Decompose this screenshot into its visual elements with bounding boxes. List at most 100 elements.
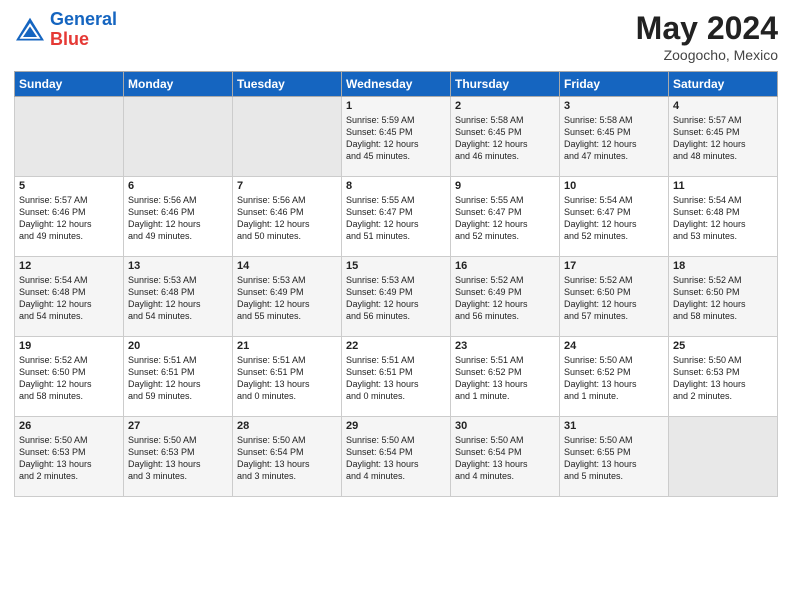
day-info: Sunrise: 5:54 AM Sunset: 6:48 PM Dayligh… xyxy=(673,194,773,243)
day-number: 6 xyxy=(128,180,228,192)
day-info: Sunrise: 5:55 AM Sunset: 6:47 PM Dayligh… xyxy=(346,194,446,243)
calendar-cell: 8 Sunrise: 5:55 AM Sunset: 6:47 PM Daylig… xyxy=(342,177,451,257)
day-number: 3 xyxy=(564,100,664,112)
calendar-cell: 5 Sunrise: 5:57 AM Sunset: 6:46 PM Daylig… xyxy=(15,177,124,257)
day-info: Sunrise: 5:50 AM Sunset: 6:54 PM Dayligh… xyxy=(237,434,337,483)
week-row-0: 1 Sunrise: 5:59 AM Sunset: 6:45 PM Daylig… xyxy=(15,97,778,177)
day-info: Sunrise: 5:57 AM Sunset: 6:46 PM Dayligh… xyxy=(19,194,119,243)
day-info: Sunrise: 5:52 AM Sunset: 6:50 PM Dayligh… xyxy=(564,274,664,323)
day-number: 21 xyxy=(237,340,337,352)
day-number: 5 xyxy=(19,180,119,192)
weekday-header-thursday: Thursday xyxy=(451,72,560,97)
day-number: 13 xyxy=(128,260,228,272)
calendar-cell: 4 Sunrise: 5:57 AM Sunset: 6:45 PM Daylig… xyxy=(669,97,778,177)
day-number: 28 xyxy=(237,420,337,432)
calendar-cell: 13 Sunrise: 5:53 AM Sunset: 6:48 PM Dayli… xyxy=(124,257,233,337)
day-info: Sunrise: 5:58 AM Sunset: 6:45 PM Dayligh… xyxy=(564,114,664,163)
calendar-cell: 28 Sunrise: 5:50 AM Sunset: 6:54 PM Dayli… xyxy=(233,417,342,497)
calendar-cell: 27 Sunrise: 5:50 AM Sunset: 6:53 PM Dayli… xyxy=(124,417,233,497)
calendar-cell: 26Sunrise: 5:50 AM Sunset: 6:53 PM Dayli… xyxy=(15,417,124,497)
weekday-header-wednesday: Wednesday xyxy=(342,72,451,97)
day-info: Sunrise: 5:53 AM Sunset: 6:49 PM Dayligh… xyxy=(346,274,446,323)
calendar-cell xyxy=(15,97,124,177)
calendar-cell: 29 Sunrise: 5:50 AM Sunset: 6:54 PM Dayli… xyxy=(342,417,451,497)
calendar-cell: 25Sunrise: 5:50 AM Sunset: 6:53 PM Dayli… xyxy=(669,337,778,417)
calendar-cell: 30 Sunrise: 5:50 AM Sunset: 6:54 PM Dayli… xyxy=(451,417,560,497)
calendar-cell: 6 Sunrise: 5:56 AM Sunset: 6:46 PM Daylig… xyxy=(124,177,233,257)
calendar-cell: 24 Sunrise: 5:50 AM Sunset: 6:52 PM Dayli… xyxy=(560,337,669,417)
day-number: 12 xyxy=(19,260,119,272)
weekday-header-sunday: Sunday xyxy=(15,72,124,97)
day-number: 8 xyxy=(346,180,446,192)
day-info: Sunrise: 5:50 AM Sunset: 6:54 PM Dayligh… xyxy=(346,434,446,483)
logo-text: General Blue xyxy=(50,10,117,50)
week-row-4: 26Sunrise: 5:50 AM Sunset: 6:53 PM Dayli… xyxy=(15,417,778,497)
calendar-cell xyxy=(124,97,233,177)
logo: General Blue xyxy=(14,10,117,50)
day-info: Sunrise: 5:52 AM Sunset: 6:50 PM Dayligh… xyxy=(673,274,773,323)
day-number: 31 xyxy=(564,420,664,432)
weekday-header-friday: Friday xyxy=(560,72,669,97)
day-info: Sunrise: 5:52 AM Sunset: 6:49 PM Dayligh… xyxy=(455,274,555,323)
day-info: Sunrise: 5:50 AM Sunset: 6:52 PM Dayligh… xyxy=(564,354,664,403)
weekday-header-row: SundayMondayTuesdayWednesdayThursdayFrid… xyxy=(15,72,778,97)
weekday-header-saturday: Saturday xyxy=(669,72,778,97)
day-info: Sunrise: 5:57 AM Sunset: 6:45 PM Dayligh… xyxy=(673,114,773,163)
day-number: 11 xyxy=(673,180,773,192)
calendar-cell: 18 Sunrise: 5:52 AM Sunset: 6:50 PM Dayli… xyxy=(669,257,778,337)
location-title: Zoogocho, Mexico xyxy=(636,47,778,63)
day-number: 30 xyxy=(455,420,555,432)
day-info: Sunrise: 5:56 AM Sunset: 6:46 PM Dayligh… xyxy=(237,194,337,243)
calendar-cell: 16Sunrise: 5:52 AM Sunset: 6:49 PM Dayli… xyxy=(451,257,560,337)
calendar-cell: 9Sunrise: 5:55 AM Sunset: 6:47 PM Daylig… xyxy=(451,177,560,257)
day-info: Sunrise: 5:59 AM Sunset: 6:45 PM Dayligh… xyxy=(346,114,446,163)
day-info: Sunrise: 5:50 AM Sunset: 6:54 PM Dayligh… xyxy=(455,434,555,483)
day-number: 18 xyxy=(673,260,773,272)
calendar-cell: 2 Sunrise: 5:58 AM Sunset: 6:45 PM Daylig… xyxy=(451,97,560,177)
day-number: 20 xyxy=(128,340,228,352)
day-number: 19 xyxy=(19,340,119,352)
calendar-cell: 22 Sunrise: 5:51 AM Sunset: 6:51 PM Dayli… xyxy=(342,337,451,417)
day-info: Sunrise: 5:50 AM Sunset: 6:53 PM Dayligh… xyxy=(19,434,119,483)
calendar-cell: 11 Sunrise: 5:54 AM Sunset: 6:48 PM Dayli… xyxy=(669,177,778,257)
header: General Blue May 2024 Zoogocho, Mexico xyxy=(14,10,778,63)
day-info: Sunrise: 5:50 AM Sunset: 6:53 PM Dayligh… xyxy=(128,434,228,483)
day-number: 27 xyxy=(128,420,228,432)
day-info: Sunrise: 5:54 AM Sunset: 6:48 PM Dayligh… xyxy=(19,274,119,323)
day-number: 25 xyxy=(673,340,773,352)
day-info: Sunrise: 5:51 AM Sunset: 6:51 PM Dayligh… xyxy=(237,354,337,403)
calendar-cell: 12 Sunrise: 5:54 AM Sunset: 6:48 PM Dayli… xyxy=(15,257,124,337)
day-info: Sunrise: 5:50 AM Sunset: 6:55 PM Dayligh… xyxy=(564,434,664,483)
day-number: 4 xyxy=(673,100,773,112)
day-number: 15 xyxy=(346,260,446,272)
calendar-cell: 15 Sunrise: 5:53 AM Sunset: 6:49 PM Dayli… xyxy=(342,257,451,337)
day-number: 29 xyxy=(346,420,446,432)
month-title: May 2024 xyxy=(636,10,778,47)
day-number: 14 xyxy=(237,260,337,272)
day-number: 7 xyxy=(237,180,337,192)
day-number: 24 xyxy=(564,340,664,352)
calendar-cell xyxy=(669,417,778,497)
day-info: Sunrise: 5:54 AM Sunset: 6:47 PM Dayligh… xyxy=(564,194,664,243)
day-info: Sunrise: 5:56 AM Sunset: 6:46 PM Dayligh… xyxy=(128,194,228,243)
day-number: 2 xyxy=(455,100,555,112)
day-number: 1 xyxy=(346,100,446,112)
title-block: May 2024 Zoogocho, Mexico xyxy=(636,10,778,63)
day-info: Sunrise: 5:58 AM Sunset: 6:45 PM Dayligh… xyxy=(455,114,555,163)
calendar-cell: 19 Sunrise: 5:52 AM Sunset: 6:50 PM Dayli… xyxy=(15,337,124,417)
calendar-table: SundayMondayTuesdayWednesdayThursdayFrid… xyxy=(14,71,778,497)
day-info: Sunrise: 5:52 AM Sunset: 6:50 PM Dayligh… xyxy=(19,354,119,403)
calendar-cell: 14Sunrise: 5:53 AM Sunset: 6:49 PM Dayli… xyxy=(233,257,342,337)
calendar-cell: 3 Sunrise: 5:58 AM Sunset: 6:45 PM Daylig… xyxy=(560,97,669,177)
day-info: Sunrise: 5:51 AM Sunset: 6:51 PM Dayligh… xyxy=(346,354,446,403)
weekday-header-tuesday: Tuesday xyxy=(233,72,342,97)
calendar-cell: 31 Sunrise: 5:50 AM Sunset: 6:55 PM Dayli… xyxy=(560,417,669,497)
week-row-2: 12 Sunrise: 5:54 AM Sunset: 6:48 PM Dayli… xyxy=(15,257,778,337)
calendar-cell: 23Sunrise: 5:51 AM Sunset: 6:52 PM Dayli… xyxy=(451,337,560,417)
page: General Blue May 2024 Zoogocho, Mexico S… xyxy=(0,0,792,612)
day-info: Sunrise: 5:51 AM Sunset: 6:52 PM Dayligh… xyxy=(455,354,555,403)
day-number: 9 xyxy=(455,180,555,192)
logo-icon xyxy=(14,16,46,44)
day-number: 22 xyxy=(346,340,446,352)
day-info: Sunrise: 5:53 AM Sunset: 6:48 PM Dayligh… xyxy=(128,274,228,323)
